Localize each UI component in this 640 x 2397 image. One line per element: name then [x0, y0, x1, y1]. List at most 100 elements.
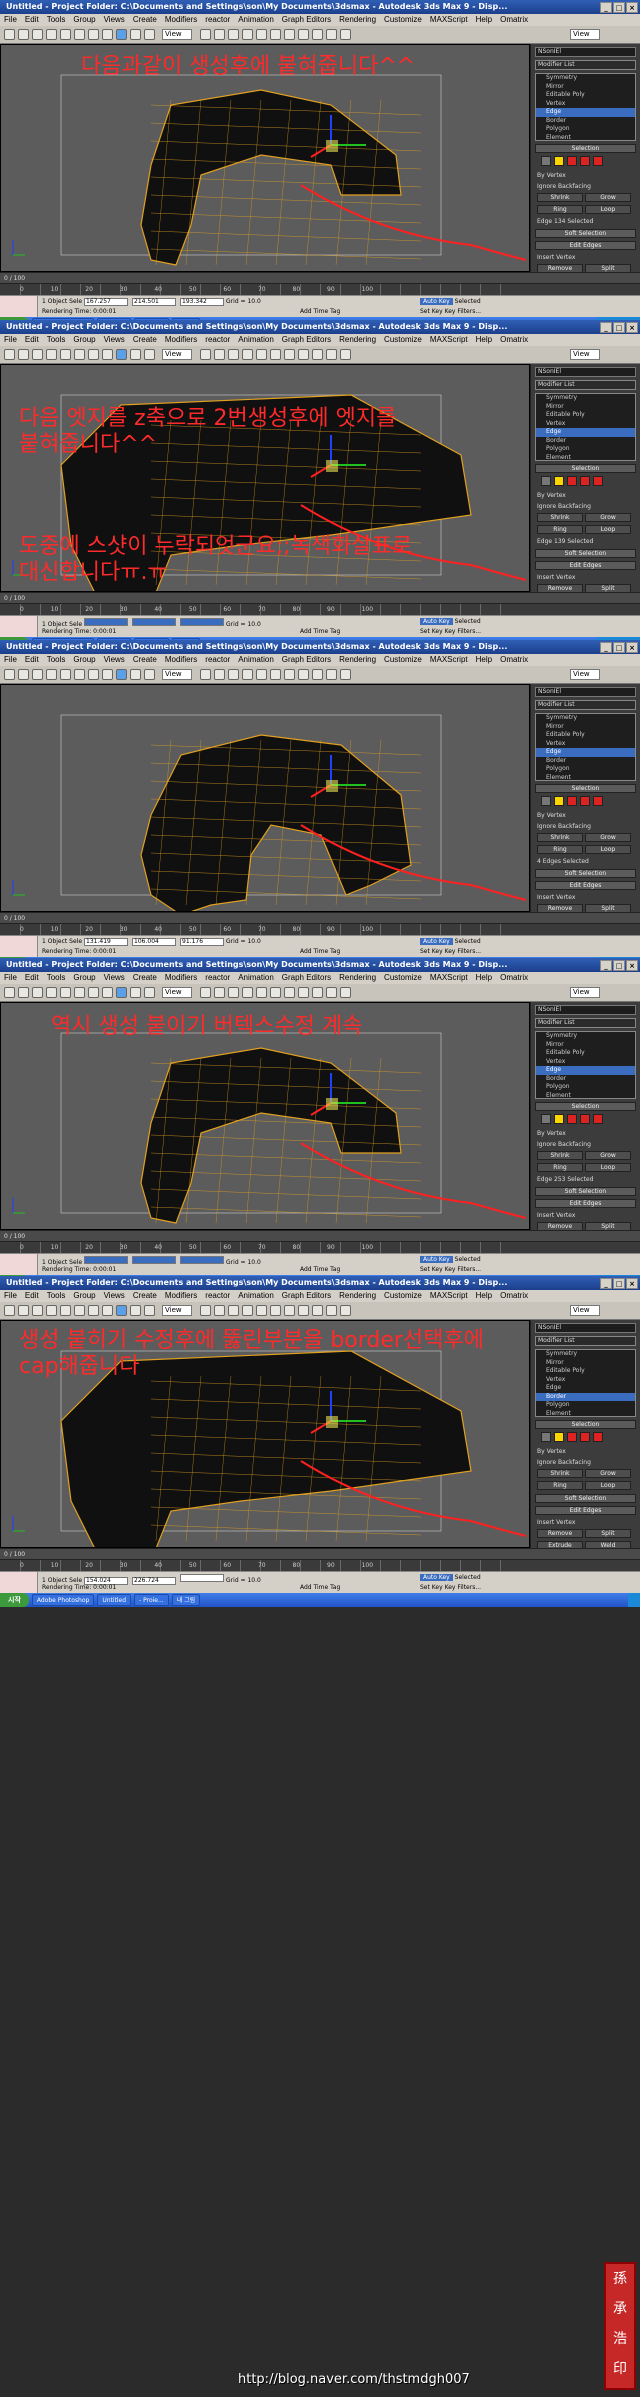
unlink-icon[interactable]: [46, 669, 57, 680]
grow-button[interactable]: Grow: [585, 513, 631, 522]
soft-selection-rollout[interactable]: Soft Selection: [535, 1494, 636, 1503]
vertex-mode-icon[interactable]: [541, 1432, 551, 1442]
ignore-backfacing-checkbox[interactable]: Ignore Backfacing: [537, 1140, 634, 1149]
edit-edges-rollout[interactable]: Edit Edges: [535, 1506, 636, 1515]
unlink-icon[interactable]: [46, 349, 57, 360]
coord-y-field[interactable]: 226.724: [132, 1577, 177, 1585]
menu-item[interactable]: Modifiers: [161, 972, 201, 984]
minimize-button[interactable]: _: [600, 1278, 612, 1289]
perspective-viewport[interactable]: 생성 붙히기 수정후에 뚫린부분을 border선택후에 cap해줍니다: [0, 1320, 530, 1548]
menu-item[interactable]: Help: [472, 14, 496, 26]
close-button[interactable]: ×: [626, 642, 638, 653]
auto-key-button[interactable]: Auto Key: [420, 938, 453, 945]
key-filters-button[interactable]: Key Filters...: [445, 1266, 482, 1273]
selected-dropdown[interactable]: Selected: [455, 1574, 481, 1581]
menu-item[interactable]: File: [0, 654, 21, 666]
region-icon[interactable]: [102, 349, 113, 360]
menu-item[interactable]: Omatrix: [496, 972, 532, 984]
maximize-button[interactable]: □: [613, 2, 625, 13]
menu-item[interactable]: Animation: [234, 334, 278, 346]
stack-item[interactable]: Polygon: [536, 765, 635, 774]
border-mode-icon[interactable]: [567, 796, 577, 806]
link-icon[interactable]: [32, 29, 43, 40]
stack-item[interactable]: Editable Poly: [536, 1049, 635, 1058]
menu-item[interactable]: reactor: [201, 334, 234, 346]
scale-icon[interactable]: [144, 349, 155, 360]
undo-icon[interactable]: [4, 669, 15, 680]
snap-icon[interactable]: [200, 987, 211, 998]
taskbar-photoshop[interactable]: Adobe Photoshop: [31, 1594, 95, 1606]
coord-z-field[interactable]: 193.342: [180, 298, 225, 306]
object-name-field[interactable]: NSonIEl: [535, 367, 636, 377]
soft-selection-rollout[interactable]: Soft Selection: [535, 1187, 636, 1196]
element-mode-icon[interactable]: [593, 1114, 603, 1124]
menu-item[interactable]: Rendering: [335, 14, 380, 26]
menu-item[interactable]: Tools: [43, 654, 70, 666]
modifier-list-dropdown[interactable]: Modifier List: [535, 700, 636, 710]
insert-vertex-button[interactable]: Insert Vertex: [537, 1211, 634, 1220]
quick-render-icon[interactable]: [340, 987, 351, 998]
quick-render-icon[interactable]: [340, 29, 351, 40]
stack-item[interactable]: Border: [536, 437, 635, 446]
rotate-icon[interactable]: [130, 349, 141, 360]
ignore-backfacing-checkbox[interactable]: Ignore Backfacing: [537, 502, 634, 511]
menu-item[interactable]: Tools: [43, 14, 70, 26]
stack-item[interactable]: Vertex: [536, 420, 635, 429]
viewport-canvas[interactable]: [1, 685, 530, 912]
quick-render-icon[interactable]: [340, 669, 351, 680]
stack-item[interactable]: Vertex: [536, 100, 635, 109]
menu-item[interactable]: Rendering: [335, 334, 380, 346]
render-setup-icon[interactable]: [326, 349, 337, 360]
by-vertex-checkbox[interactable]: By Vertex: [537, 491, 634, 500]
scale-icon[interactable]: [144, 29, 155, 40]
stack-item[interactable]: Mirror: [536, 1041, 635, 1050]
unlink-icon[interactable]: [46, 987, 57, 998]
polygon-mode-icon[interactable]: [580, 1432, 590, 1442]
render-setup-icon[interactable]: [326, 29, 337, 40]
menu-item[interactable]: Graph Editors: [278, 654, 335, 666]
perspective-viewport[interactable]: 다음과같이 생성후에 붙혀줍니다^^: [0, 44, 530, 272]
menu-item[interactable]: Graph Editors: [278, 972, 335, 984]
border-mode-icon[interactable]: [567, 1432, 577, 1442]
select-by-name-icon[interactable]: [88, 987, 99, 998]
align-icon[interactable]: [256, 1305, 267, 1316]
bind-icon[interactable]: [60, 349, 71, 360]
soft-selection-rollout[interactable]: Soft Selection: [535, 549, 636, 558]
element-mode-icon[interactable]: [593, 476, 603, 486]
menu-item[interactable]: Help: [472, 972, 496, 984]
add-time-tag[interactable]: Add Time Tag: [300, 308, 340, 315]
selection-rollout[interactable]: Selection: [535, 464, 636, 473]
loop-button[interactable]: Loop: [585, 525, 631, 534]
set-key-button[interactable]: Set Key: [420, 948, 443, 955]
shrink-button[interactable]: Shrink: [537, 193, 583, 202]
render-type-dropdown[interactable]: View: [570, 987, 600, 998]
menu-item[interactable]: Animation: [234, 1290, 278, 1302]
menu-item[interactable]: Customize: [380, 1290, 426, 1302]
vertex-mode-icon[interactable]: [541, 1114, 551, 1124]
redo-icon[interactable]: [18, 29, 29, 40]
stack-item[interactable]: Polygon: [536, 125, 635, 134]
menu-item[interactable]: Help: [472, 1290, 496, 1302]
select-by-name-icon[interactable]: [88, 29, 99, 40]
region-icon[interactable]: [102, 987, 113, 998]
menu-item[interactable]: Create: [129, 972, 161, 984]
shrink-button[interactable]: Shrink: [537, 833, 583, 842]
menu-item[interactable]: File: [0, 972, 21, 984]
menu-item[interactable]: Create: [129, 1290, 161, 1302]
taskbar-project[interactable]: - Proie...: [134, 1594, 169, 1606]
grow-button[interactable]: Grow: [585, 833, 631, 842]
time-slider[interactable]: 0 / 100: [0, 1548, 640, 1559]
add-time-tag[interactable]: Add Time Tag: [300, 948, 340, 955]
set-key-button[interactable]: Set Key: [420, 1584, 443, 1591]
stack-item[interactable]: Element: [536, 1410, 635, 1419]
track-bar[interactable]: 0 10 20 30 40 50 60 70 80 90 100: [0, 283, 640, 296]
split-button[interactable]: Split: [585, 584, 631, 592]
stack-item[interactable]: Symmetry: [536, 394, 635, 403]
selection-rollout[interactable]: Selection: [535, 1102, 636, 1111]
region-icon[interactable]: [102, 29, 113, 40]
stack-item[interactable]: Symmetry: [536, 714, 635, 723]
menu-item[interactable]: Customize: [380, 972, 426, 984]
menu-item[interactable]: Omatrix: [496, 334, 532, 346]
reference-coord-dropdown[interactable]: View: [162, 1305, 192, 1316]
grow-button[interactable]: Grow: [585, 1151, 631, 1160]
